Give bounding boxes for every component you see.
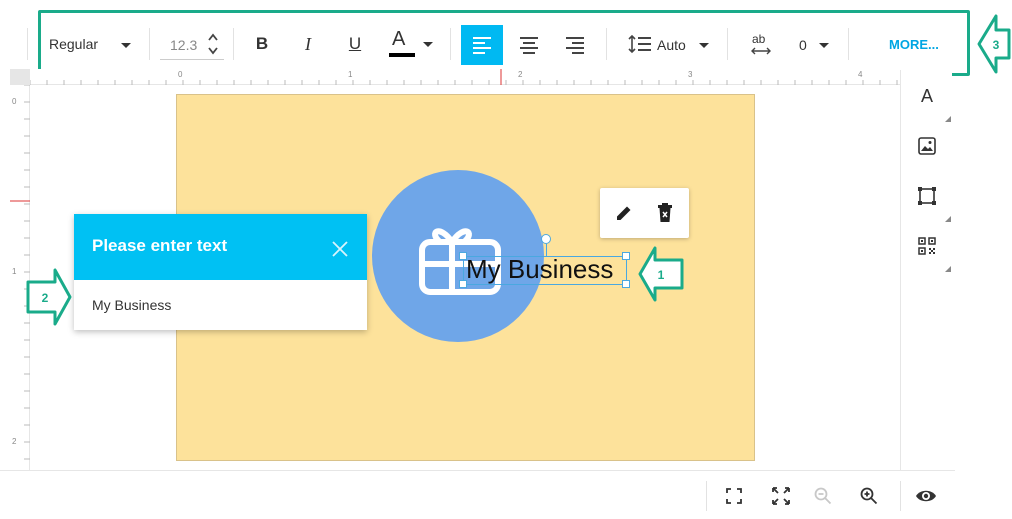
resize-handle[interactable] bbox=[622, 280, 630, 288]
ruler-label: 4 bbox=[858, 70, 863, 79]
close-icon[interactable] bbox=[331, 240, 349, 258]
fit-screen-icon bbox=[726, 488, 742, 504]
submenu-indicator bbox=[945, 216, 951, 222]
callout-toolbar-outline bbox=[38, 10, 970, 76]
text-entry-dialog: Please enter text bbox=[74, 214, 367, 330]
ruler-label: 1 bbox=[12, 267, 17, 276]
ruler-label: 0 bbox=[12, 97, 17, 106]
zoom-out-icon bbox=[814, 487, 832, 505]
horizontal-ruler: 0 1 2 3 4 bbox=[30, 69, 900, 85]
callout-arrow-3: 3 bbox=[977, 14, 1011, 74]
rotate-handle[interactable] bbox=[541, 234, 551, 244]
fit-screen-button[interactable] bbox=[721, 483, 747, 509]
text-input[interactable] bbox=[74, 280, 367, 330]
selection-box bbox=[459, 252, 630, 288]
callout-arrow-2: 2 bbox=[26, 268, 72, 326]
fullscreen-icon bbox=[772, 487, 790, 505]
resize-handle[interactable] bbox=[459, 252, 467, 260]
ruler-label: 2 bbox=[12, 437, 17, 446]
callout-number-2: 2 bbox=[42, 291, 49, 305]
callout-arrow-1: 1 bbox=[638, 246, 684, 302]
submenu-indicator bbox=[945, 266, 951, 272]
ruler-label: 2 bbox=[518, 70, 523, 79]
toolbar-divider bbox=[706, 481, 707, 511]
toolbar-divider bbox=[27, 28, 28, 60]
ruler-label: 3 bbox=[688, 70, 693, 79]
trash-icon[interactable] bbox=[657, 203, 673, 223]
toolbar-divider bbox=[900, 481, 901, 511]
resize-handle[interactable] bbox=[622, 252, 630, 260]
rotate-handle-stem bbox=[546, 244, 547, 256]
zoom-out-button[interactable] bbox=[810, 483, 836, 509]
preview-button[interactable] bbox=[913, 483, 939, 509]
element-action-toolbar bbox=[600, 188, 689, 238]
resize-handle[interactable] bbox=[459, 280, 467, 288]
zoom-in-button[interactable] bbox=[856, 483, 882, 509]
add-text-tool[interactable]: A bbox=[911, 80, 943, 112]
add-image-tool[interactable] bbox=[911, 130, 943, 162]
dialog-title: Please enter text bbox=[92, 236, 228, 255]
submenu-indicator bbox=[945, 116, 951, 122]
ruler-label: 1 bbox=[348, 70, 353, 79]
view-controls-bar bbox=[0, 470, 955, 519]
fullscreen-button[interactable] bbox=[768, 483, 794, 509]
shape-icon bbox=[918, 187, 936, 205]
callout-number-1: 1 bbox=[658, 268, 665, 282]
ruler-ticks bbox=[30, 69, 898, 85]
tools-side-panel: A bbox=[900, 70, 952, 470]
zoom-in-icon bbox=[860, 487, 878, 505]
ruler-label: 0 bbox=[178, 70, 183, 79]
dialog-header: Please enter text bbox=[74, 214, 367, 280]
add-qr-code-tool[interactable] bbox=[911, 230, 943, 262]
qr-code-icon bbox=[918, 237, 936, 255]
callout-number-3: 3 bbox=[993, 38, 1000, 52]
eye-icon bbox=[916, 490, 936, 502]
pencil-icon[interactable] bbox=[615, 204, 633, 222]
image-icon bbox=[918, 137, 936, 155]
add-shape-tool[interactable] bbox=[911, 180, 943, 212]
